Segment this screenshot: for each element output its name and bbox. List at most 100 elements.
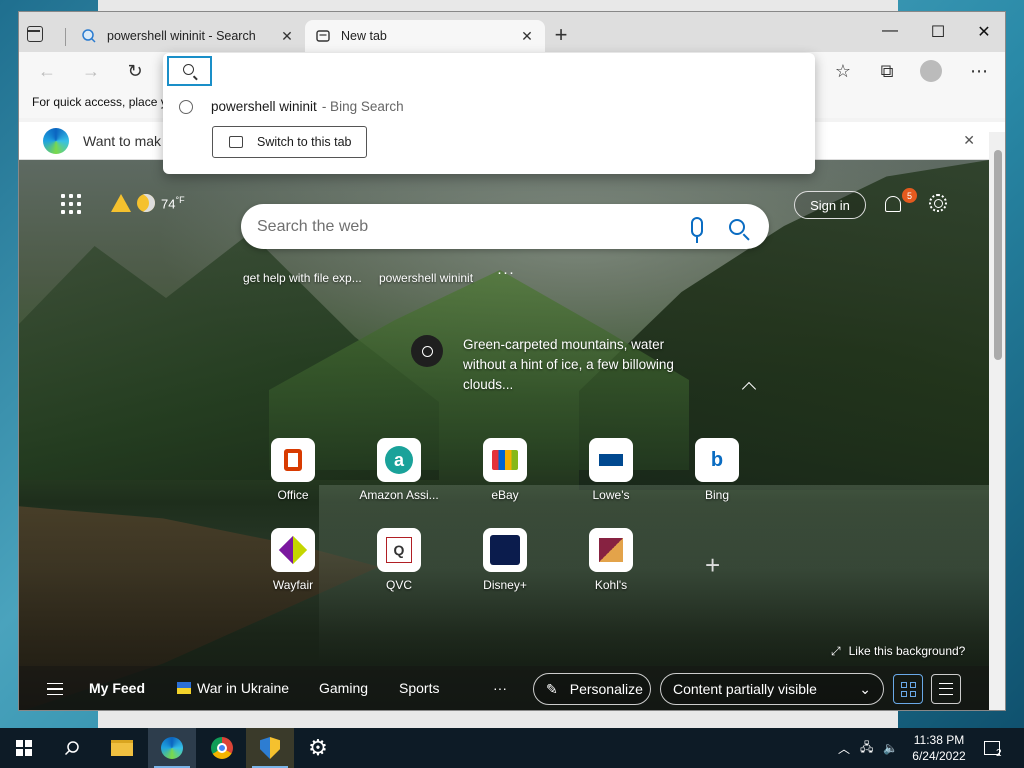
app-launcher-icon[interactable] xyxy=(61,194,81,214)
feed-tab-war-in-ukraine[interactable]: War in Ukraine xyxy=(177,680,289,696)
favorites-icon[interactable]: ☆ xyxy=(831,60,855,82)
start-button[interactable] xyxy=(0,728,48,768)
more-feed-tabs-button[interactable]: ··· xyxy=(493,680,507,696)
quick-link-disney-plus[interactable]: Disney+ xyxy=(460,528,550,592)
quick-link-label: QVC xyxy=(385,578,412,592)
quick-link-label: Amazon Assi... xyxy=(359,488,439,502)
tab-search[interactable]: powershell wininit - Search ✕ xyxy=(71,20,305,52)
volume-icon[interactable]: 🔈 xyxy=(883,741,898,755)
switch-to-tab-button[interactable]: Switch to this tab xyxy=(212,126,367,158)
search-suggestion[interactable]: powershell wininit xyxy=(379,271,473,285)
system-tray: ︿ 🖧 🔈 xyxy=(838,728,898,768)
microphone-icon[interactable] xyxy=(691,216,703,243)
feed-tab-sports[interactable]: Sports xyxy=(399,680,439,696)
feed-tab-gaming[interactable]: Gaming xyxy=(319,680,368,696)
minimize-button[interactable]: — xyxy=(867,22,913,42)
maximize-button[interactable]: ☐ xyxy=(915,22,961,42)
amazon-assistant-icon: a xyxy=(377,438,421,482)
bell-icon[interactable] xyxy=(885,196,901,212)
office-icon xyxy=(271,438,315,482)
wayfair-icon xyxy=(271,528,315,572)
search-input[interactable]: Search the web xyxy=(257,218,691,236)
taskbar-file-explorer[interactable] xyxy=(98,728,146,768)
browser-window: powershell wininit - Search ✕ New tab ✕ … xyxy=(18,11,1006,711)
notification-badge: 5 xyxy=(902,188,917,203)
temperature: 74 xyxy=(161,196,176,212)
new-tab-page: 74°F Sign in 5 Search the web get help w… xyxy=(19,160,989,710)
sign-in-button[interactable]: Sign in xyxy=(794,191,866,219)
image-search-icon[interactable] xyxy=(411,335,443,367)
personalize-button[interactable]: ✎ Personalize xyxy=(533,673,651,705)
quick-link-lowes[interactable]: Lowe's xyxy=(566,438,656,502)
tab-bar: powershell wininit - Search ✕ New tab ✕ … xyxy=(19,12,1005,52)
favorites-bar-text: For quick access, place y xyxy=(32,95,167,109)
clock-time: 11:38 PM xyxy=(913,733,965,747)
edge-logo-icon xyxy=(43,127,69,154)
like-background-link[interactable]: ⤢ Like this background? xyxy=(831,644,965,659)
grid-icon xyxy=(900,681,916,697)
more-menu-button[interactable]: ⋯ xyxy=(967,60,991,82)
weather-widget[interactable]: 74°F xyxy=(111,194,185,212)
taskbar: ⚙ ︿ 🖧 🔈 11:38 PM 6/24/2022 2 xyxy=(0,728,1024,768)
quick-link-ebay[interactable]: eBay xyxy=(460,438,550,502)
hamburger-menu-icon[interactable] xyxy=(47,683,63,695)
profile-avatar[interactable] xyxy=(919,60,943,82)
tab-separator xyxy=(65,28,66,46)
search-icon[interactable] xyxy=(729,218,745,235)
history-suggestion[interactable]: powershell wininit - Bing Search xyxy=(179,99,404,114)
web-search-box[interactable]: Search the web xyxy=(241,204,769,249)
chevron-up-icon[interactable]: ︿ xyxy=(838,740,850,757)
list-layout-button[interactable] xyxy=(931,674,961,704)
newtab-icon xyxy=(315,28,331,44)
tab-actions-icon[interactable] xyxy=(27,26,43,42)
my-feed-tab[interactable]: My Feed xyxy=(89,680,145,696)
close-icon[interactable]: ✕ xyxy=(963,132,975,149)
taskbar-edge[interactable] xyxy=(148,728,196,768)
quick-link-label: Bing xyxy=(704,488,730,502)
taskbar-search-button[interactable] xyxy=(48,728,96,768)
quick-link-bing[interactable]: b Bing xyxy=(672,438,762,502)
network-icon[interactable]: 🖧 xyxy=(860,738,873,759)
close-tab-icon[interactable]: ✕ xyxy=(519,28,535,45)
quick-link-kohls[interactable]: Kohl's xyxy=(566,528,656,592)
background-caption[interactable]: Green-carpeted mountains, water without … xyxy=(411,335,703,395)
grid-layout-button[interactable] xyxy=(893,674,923,704)
add-quick-link-button[interactable]: + xyxy=(705,550,720,581)
action-center-button[interactable]: 2 xyxy=(984,728,1002,768)
clock-date: 6/24/2022 xyxy=(912,749,966,763)
quick-link-label: Office xyxy=(277,488,309,502)
search-suggestion[interactable]: get help with file exp... xyxy=(243,271,362,285)
forward-button[interactable]: → xyxy=(79,60,103,82)
shield-icon xyxy=(260,737,280,759)
gear-icon[interactable] xyxy=(929,194,947,212)
quick-link-label: Lowe's xyxy=(592,488,630,502)
quick-link-wayfair[interactable]: Wayfair xyxy=(248,528,338,592)
new-tab-button[interactable]: + xyxy=(551,24,571,46)
info-bar-text: Want to mak xyxy=(83,132,162,149)
more-suggestions-button[interactable]: ··· xyxy=(497,264,515,281)
address-bar-input[interactable] xyxy=(167,56,212,86)
collections-icon[interactable]: ⧉ xyxy=(875,60,899,82)
close-tab-icon[interactable]: ✕ xyxy=(279,28,295,45)
tab-new-tab[interactable]: New tab ✕ xyxy=(305,20,545,52)
taskbar-settings[interactable]: ⚙ xyxy=(294,728,342,768)
taskbar-security[interactable] xyxy=(246,728,294,768)
kohls-icon xyxy=(589,528,633,572)
quick-link-qvc[interactable]: Q QVC xyxy=(354,528,444,592)
quick-link-amazon-assistant[interactable]: a Amazon Assi... xyxy=(354,438,444,502)
back-button[interactable]: ← xyxy=(35,60,59,82)
content-visibility-dropdown[interactable]: Content partially visible ⌄ xyxy=(660,673,884,705)
clock[interactable]: 11:38 PM 6/24/2022 xyxy=(902,732,976,764)
warning-icon xyxy=(111,194,131,212)
ukraine-flag-icon xyxy=(177,682,191,694)
close-window-button[interactable]: ✕ xyxy=(961,22,1005,42)
temperature-unit: °F xyxy=(175,194,185,205)
windows-logo-icon xyxy=(16,740,32,756)
page-scrollbar[interactable] xyxy=(989,132,1005,710)
feed-tab-label: War in Ukraine xyxy=(197,680,290,696)
taskbar-chrome[interactable] xyxy=(198,728,246,768)
history-query: powershell wininit xyxy=(211,99,317,114)
scrollbar-thumb[interactable] xyxy=(994,150,1002,360)
quick-link-office[interactable]: Office xyxy=(248,438,338,502)
refresh-button[interactable]: ↻ xyxy=(123,60,147,82)
